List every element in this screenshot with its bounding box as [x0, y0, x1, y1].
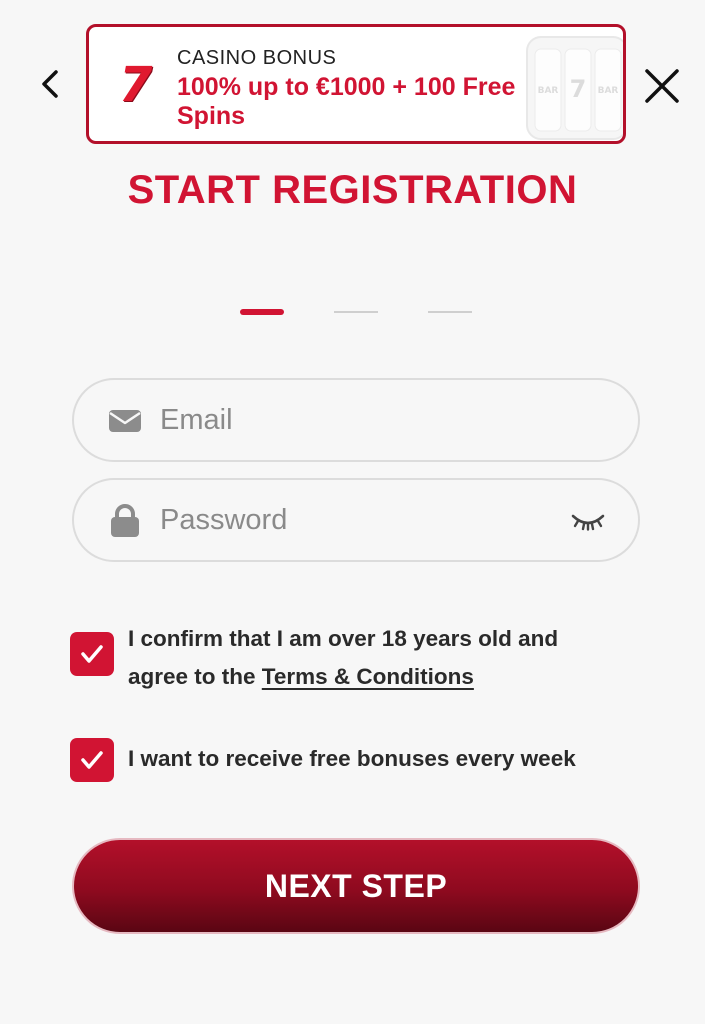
close-icon [645, 69, 679, 103]
slot-reel-symbol: BAR [538, 86, 559, 96]
bonus-consent-label: I want to receive free bonuses every wee… [128, 746, 576, 771]
checkmark-icon [81, 751, 103, 769]
step-dash [428, 311, 472, 313]
bonus-consent-checkbox[interactable] [70, 738, 114, 782]
step-indicator [240, 309, 472, 317]
checkmark-icon [81, 645, 103, 663]
terms-conditions-link[interactable]: Terms & Conditions [262, 664, 474, 689]
age-consent-label: I confirm that I am over 18 years old an… [128, 620, 598, 696]
slot-reel-symbol: BAR [598, 86, 619, 96]
password-input[interactable] [160, 498, 560, 542]
step-dash [334, 311, 378, 313]
age-consent-row: I confirm that I am over 18 years old an… [70, 626, 598, 696]
bonus-label: CASINO BONUS [177, 47, 337, 69]
step-dash-active [240, 309, 284, 315]
close-button[interactable] [640, 64, 684, 108]
bonus-banner[interactable]: 7 CASINO BONUS 100% up to €1000 + 100 Fr… [86, 24, 626, 144]
envelope-icon [109, 410, 141, 432]
bonus-offer: 100% up to €1000 + 100 Free Spins [177, 73, 516, 130]
age-consent-checkbox[interactable] [70, 632, 114, 676]
lock-icon [111, 504, 139, 537]
next-step-button[interactable]: NEXT STEP [72, 838, 640, 934]
slot-reel-symbol: 7 [570, 75, 587, 103]
email-input[interactable] [160, 398, 560, 442]
chevron-left-icon [42, 70, 58, 98]
lucky-seven-icon: 7 [119, 57, 153, 113]
eye-closed-icon[interactable] [570, 508, 606, 532]
email-field[interactable] [72, 378, 640, 462]
bonus-consent-row: I want to receive free bonuses every wee… [70, 738, 576, 782]
page-title: START REGISTRATION [127, 168, 578, 212]
slot-machine-icon: BAR 7 BAR [526, 36, 623, 140]
back-button[interactable] [36, 64, 66, 104]
password-field[interactable] [72, 478, 640, 562]
